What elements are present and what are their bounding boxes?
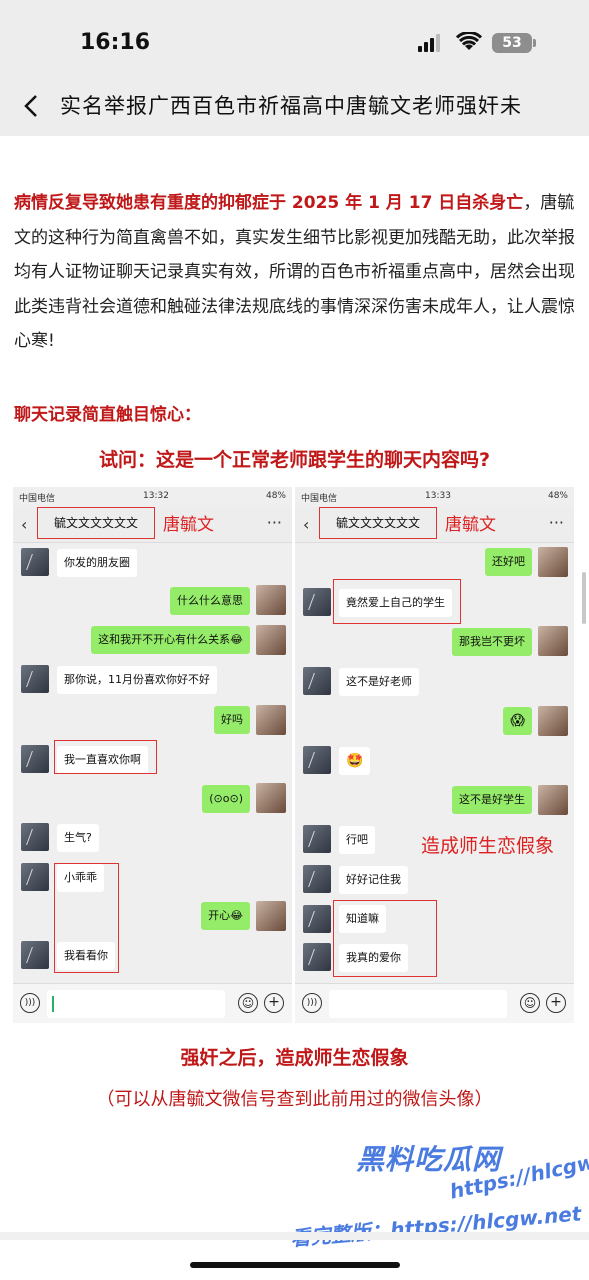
chat-header: ‹ 毓文文文文文文 唐毓文 ··· (295, 507, 574, 543)
watermark-brand: 黑料吃瓜网 (356, 1143, 502, 1176)
chat-input-bar: ))) ☺ + (295, 983, 574, 1023)
chat-back-icon[interactable]: ‹ (21, 515, 27, 534)
mini-time: 13:32 (143, 491, 169, 501)
battery-icon: 53 (492, 33, 532, 53)
avatar (538, 785, 568, 815)
avatar (538, 706, 568, 736)
contact-annotation: 唐毓文 (163, 515, 214, 535)
status-bar: 16:16 53 (0, 0, 589, 80)
avatar (538, 547, 568, 577)
avatar (21, 823, 49, 851)
avatar (303, 865, 331, 893)
chat-message: 好吗 (214, 706, 250, 734)
avatar (303, 825, 331, 853)
text-cursor (52, 996, 54, 1012)
caption-sub: （可以从唐毓文微信号查到此前用过的微信头像） (96, 1089, 493, 1110)
chat-message: 😱 (503, 707, 532, 735)
mini-time: 13:33 (425, 491, 451, 501)
chat-message: 还好吧 (485, 548, 532, 576)
lead-text: ，唐毓文的这种行为简直禽兽不如，真实发生细节比影视更加残酷无助，此次举报均有人证… (14, 193, 575, 351)
chat-message: (⊙o⊙) (202, 785, 250, 813)
lead-highlight: 病情反复导致她患有重度的抑郁症于 2025 年 1 月 17 日自杀身亡 (14, 193, 524, 213)
avatar (256, 625, 286, 655)
avatar (303, 943, 331, 971)
carrier-label: 中国电信 (301, 494, 338, 504)
highlight-frame (54, 740, 157, 774)
chat-back-icon[interactable]: ‹ (303, 515, 309, 534)
chat-input-bar: ))) ☺ + (13, 983, 292, 1023)
chat-header: ‹ 毓文文文文文文 唐毓文 ··· (13, 507, 292, 543)
mini-battery: 48% (265, 491, 286, 501)
avatar (303, 746, 331, 774)
cellular-signal-icon (418, 34, 444, 52)
mini-battery: 48% (547, 491, 568, 501)
contact-annotation: 唐毓文 (445, 515, 496, 535)
chat-message: 这不是好学生 (452, 786, 532, 814)
status-time: 16:16 (80, 30, 151, 55)
article-body: 病情反复导致她患有重度的抑郁症于 2025 年 1 月 17 日自杀身亡，唐毓文… (14, 186, 586, 359)
contact-name: 毓文文文文文文 (37, 507, 155, 539)
avatar (21, 548, 49, 576)
more-icon[interactable]: ··· (549, 513, 564, 532)
message-input[interactable] (329, 990, 507, 1018)
home-indicator[interactable] (190, 1262, 400, 1268)
avatar (256, 901, 286, 931)
avatar (303, 588, 331, 616)
emoji-icon[interactable]: ☺ (520, 993, 540, 1013)
chat-message: 什么什么意思 (170, 587, 250, 615)
plus-icon[interactable]: + (546, 993, 566, 1013)
avatar (538, 626, 568, 656)
voice-icon[interactable]: ))) (20, 993, 40, 1013)
question-heading: 试问：这是一个正常老师跟学生的聊天内容吗? (98, 449, 491, 471)
chat-message: 🤩 (339, 747, 371, 775)
plus-icon[interactable]: + (264, 993, 284, 1013)
voice-icon[interactable]: ))) (302, 993, 322, 1013)
chat-message: 那我岂不更坏 (452, 628, 532, 656)
highlight-frame (333, 900, 437, 977)
chat-message: 你发的朋友圈 (57, 549, 137, 577)
overlay-annotation: 造成师生恋假象 (421, 835, 555, 857)
mini-status-bar: 中国电信 13:33 48% (295, 487, 574, 507)
page-title: 实名举报广西百色市祈福高中唐毓文老师强奸未 (60, 94, 522, 118)
chat-message: 开心😂 (201, 902, 250, 930)
highlight-frame (333, 579, 461, 624)
avatar (256, 783, 286, 813)
avatar (21, 863, 49, 891)
section-heading: 聊天记录简直触目惊心： (14, 405, 201, 425)
avatar (256, 705, 286, 735)
chat-message: 这和我开不开心有什么关系😂 (91, 626, 250, 654)
wifi-icon (456, 32, 482, 50)
avatar (21, 745, 49, 773)
avatar (303, 667, 331, 695)
back-icon[interactable] (14, 86, 50, 126)
contact-name: 毓文文文文文文 (319, 507, 437, 539)
caption-main: 强奸之后，造成师生恋假象 (180, 1047, 409, 1069)
chat-screenshot-right: 中国电信 13:33 48% ‹ 毓文文文文文文 唐毓文 ··· 还好吧 竟然爱… (295, 487, 574, 1023)
chat-message: 这不是好老师 (339, 668, 419, 696)
avatar (21, 665, 49, 693)
scrollbar[interactable] (582, 572, 586, 624)
more-icon[interactable]: ··· (267, 513, 282, 532)
divider (0, 1232, 589, 1240)
avatar (256, 585, 286, 615)
chat-message: 行吧 (339, 826, 375, 854)
message-input[interactable] (47, 990, 225, 1018)
carrier-label: 中国电信 (19, 494, 56, 504)
chat-message: 我看看你 (57, 942, 115, 970)
avatar (21, 941, 49, 969)
chat-screenshot-left: 中国电信 13:32 48% ‹ 毓文文文文文文 唐毓文 ··· 你发的朋友圈 … (13, 487, 292, 1023)
watermark-bottom: 看完整版：https://hlcgw.net (289, 1201, 583, 1251)
emoji-icon[interactable]: ☺ (238, 993, 258, 1013)
avatar (303, 905, 331, 933)
mini-status-bar: 中国电信 13:32 48% (13, 487, 292, 507)
battery-tip (533, 39, 536, 47)
chat-message: 那你说，11月份喜欢你好不好 (57, 666, 217, 694)
chat-message: 好好记住我 (339, 866, 408, 894)
chat-message: 生气? (57, 824, 99, 852)
nav-bar: 实名举报广西百色市祈福高中唐毓文老师强奸未 (0, 80, 589, 136)
